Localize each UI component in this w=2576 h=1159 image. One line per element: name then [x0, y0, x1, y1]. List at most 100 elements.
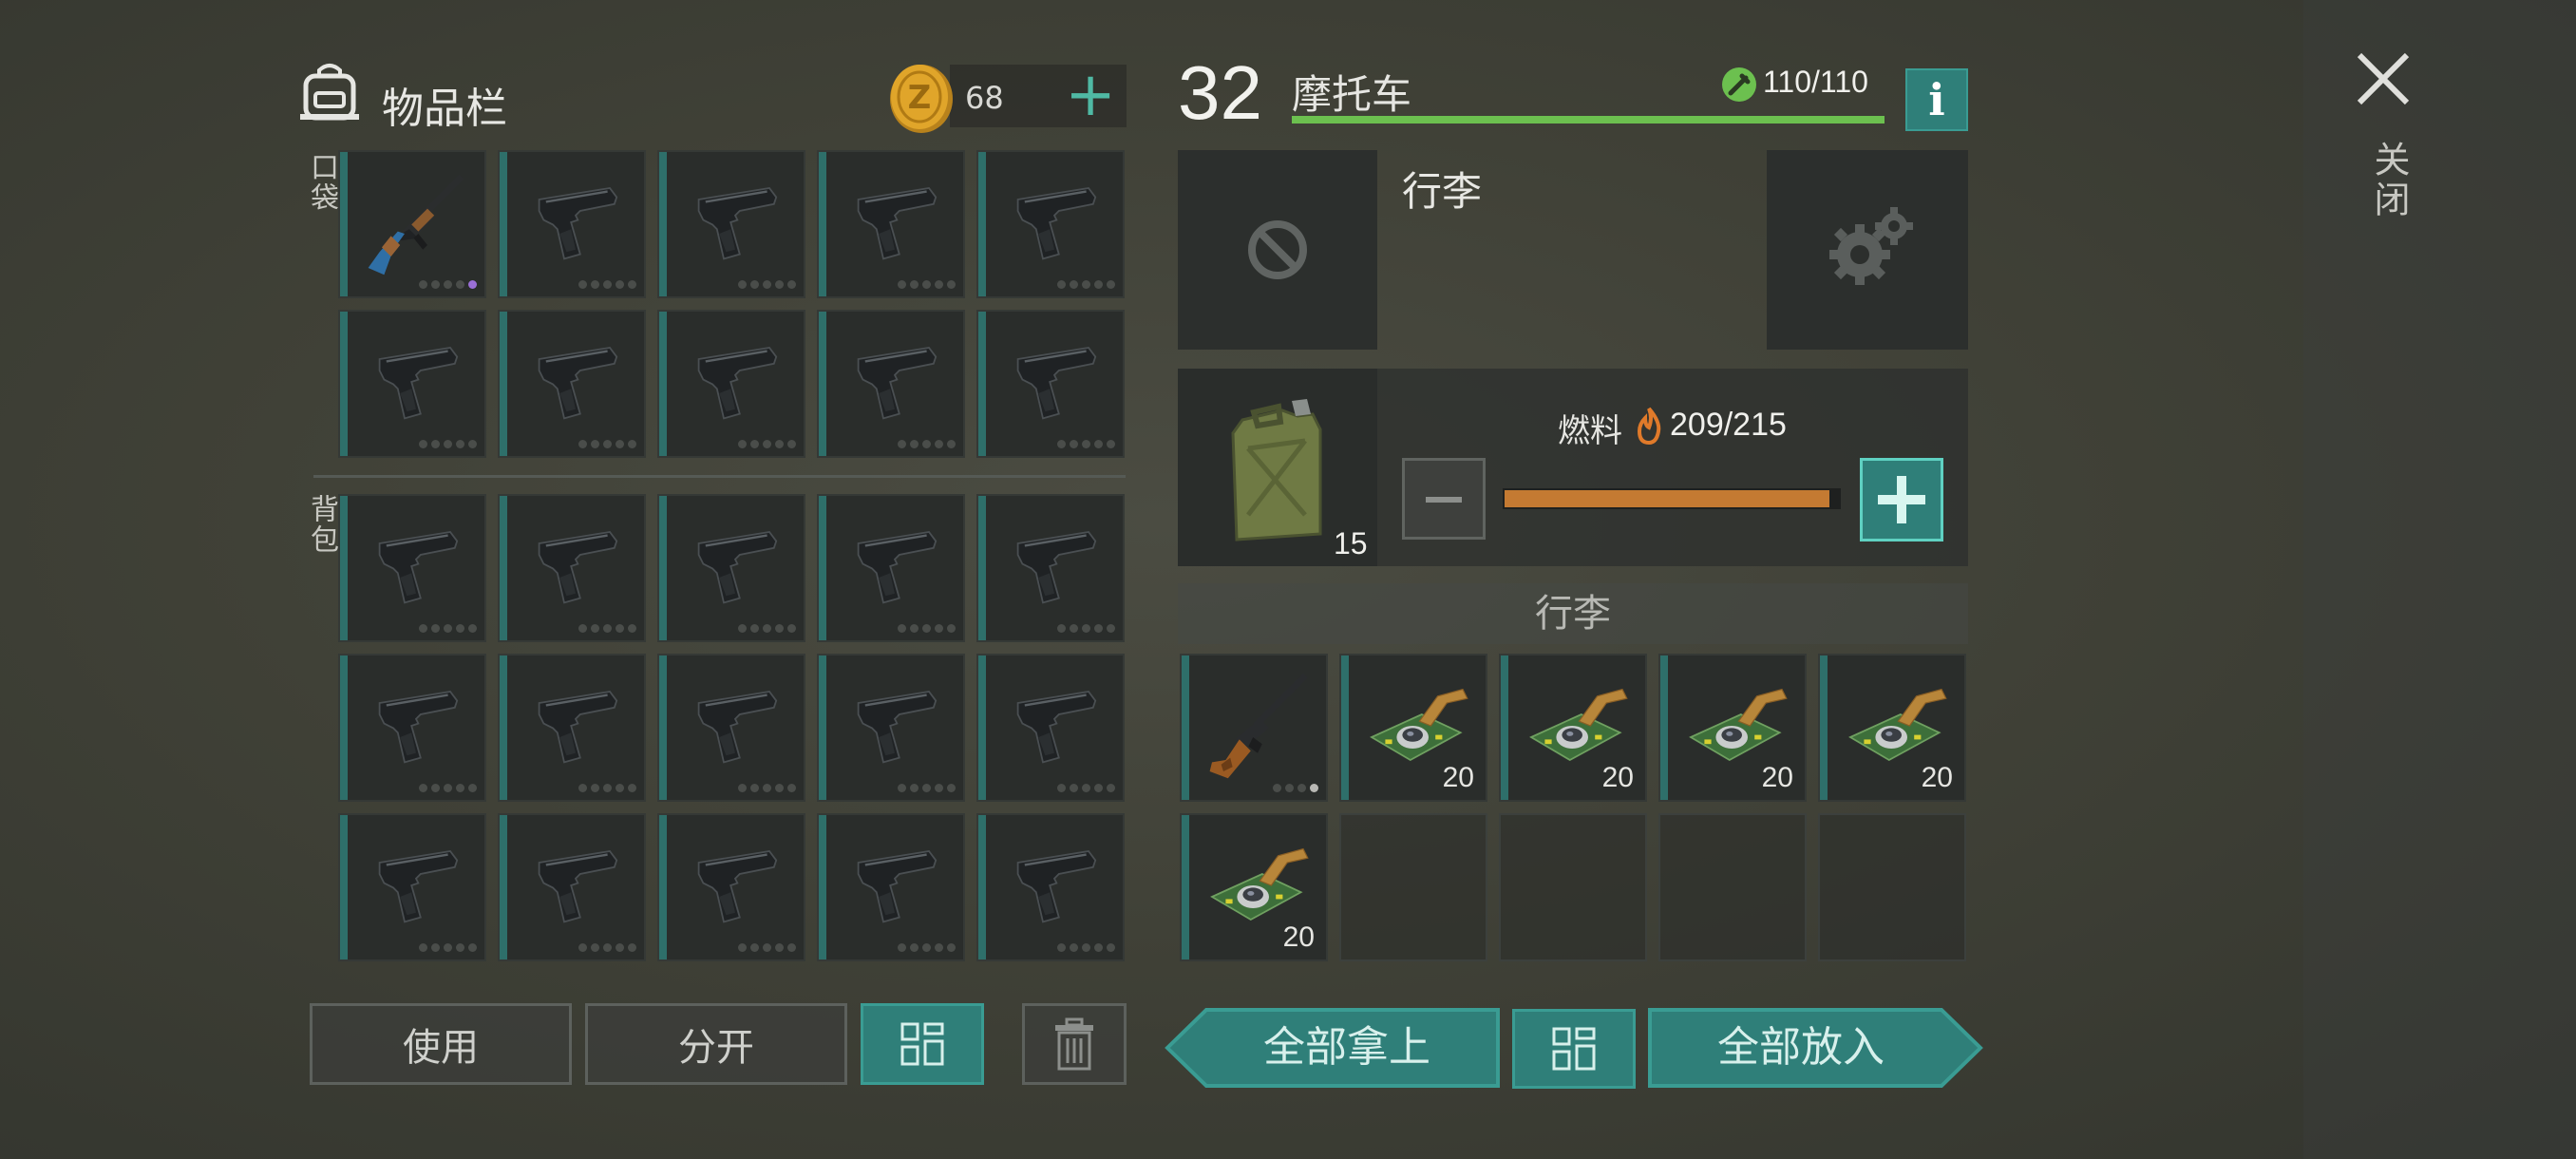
vehicle-module-slot[interactable] — [1178, 150, 1377, 350]
fuel-label: 燃料 — [1558, 412, 1622, 450]
quality-dots — [898, 943, 956, 952]
item-slot[interactable]: 20 — [1499, 654, 1647, 802]
close-icon — [2357, 52, 2410, 105]
plus-icon — [1878, 476, 1925, 523]
item-slot[interactable] — [657, 150, 805, 298]
pistol-icon — [359, 828, 473, 942]
put-all-button[interactable]: 全部放入 — [1647, 1007, 1983, 1089]
pistol-icon — [359, 669, 473, 783]
item-slot[interactable] — [817, 150, 965, 298]
item-slot[interactable] — [976, 494, 1125, 642]
use-button[interactable]: 使用 — [310, 1003, 572, 1085]
grid-sort-icon — [1552, 1027, 1596, 1071]
item-slot[interactable] — [498, 150, 646, 298]
item-count: 20 — [1761, 762, 1793, 793]
item-slot[interactable] — [657, 494, 805, 642]
empty-slot[interactable] — [1339, 813, 1487, 961]
item-slot[interactable] — [1180, 654, 1328, 802]
item-slot[interactable] — [498, 813, 646, 961]
item-count: 20 — [1282, 922, 1315, 953]
item-slot[interactable] — [498, 494, 646, 642]
fuel-item-count: 15 — [1334, 526, 1368, 560]
quality-dots — [898, 280, 956, 289]
item-slot[interactable] — [817, 310, 965, 458]
pistol-icon — [838, 669, 952, 783]
empty-slot[interactable] — [1818, 813, 1966, 961]
quality-dots — [578, 784, 636, 792]
quality-dots — [578, 440, 636, 448]
quality-dots — [738, 784, 796, 792]
fuel-decrease-button[interactable] — [1402, 458, 1486, 540]
close-label[interactable]: 关闭 — [2363, 141, 2415, 220]
close-button[interactable] — [2352, 48, 2415, 110]
fuel-value: 209/215 — [1670, 407, 1787, 443]
item-slot[interactable] — [976, 654, 1125, 802]
item-slot[interactable]: 20 — [1818, 654, 1966, 802]
quality-dots — [419, 624, 477, 633]
item-slot[interactable] — [976, 310, 1125, 458]
item-slot[interactable] — [817, 494, 965, 642]
item-slot[interactable]: 20 — [1339, 654, 1487, 802]
backpack-icon — [296, 59, 363, 125]
item-slot[interactable] — [338, 654, 486, 802]
quality-dots — [1057, 943, 1115, 952]
fuel-increase-button[interactable] — [1860, 458, 1943, 542]
item-slot[interactable] — [338, 813, 486, 961]
item-slot[interactable]: 20 — [1658, 654, 1807, 802]
quality-dots — [898, 440, 956, 448]
pistol-icon — [997, 325, 1111, 439]
item-slot[interactable] — [338, 310, 486, 458]
pistol-icon — [997, 509, 1111, 623]
take-all-label: 全部拿上 — [1263, 1023, 1430, 1072]
quality-dots — [738, 943, 796, 952]
pistol-icon — [997, 669, 1111, 783]
item-slot[interactable] — [657, 813, 805, 961]
info-button[interactable]: i — [1905, 68, 1968, 131]
item-slot[interactable] — [657, 310, 805, 458]
vehicle-level: 32 — [1178, 50, 1262, 135]
quality-dots — [898, 784, 956, 792]
pistol-icon — [838, 828, 952, 942]
item-slot[interactable] — [817, 813, 965, 961]
trash-button[interactable] — [1022, 1003, 1127, 1085]
quality-dots — [738, 280, 796, 289]
take-all-button[interactable]: 全部拿上 — [1165, 1007, 1501, 1089]
pistol-icon — [519, 509, 633, 623]
item-slot[interactable] — [817, 654, 965, 802]
sort-inventory-button[interactable] — [861, 1003, 984, 1085]
item-count: 20 — [1601, 762, 1634, 793]
empty-slot[interactable] — [1499, 813, 1647, 961]
item-slot[interactable] — [498, 654, 646, 802]
empty-slot[interactable] — [1658, 813, 1807, 961]
quality-dots — [1057, 784, 1115, 792]
pistol-icon — [997, 828, 1111, 942]
item-slot[interactable] — [338, 150, 486, 298]
item-slot[interactable] — [976, 150, 1125, 298]
pocket-label: 口袋 — [305, 152, 338, 213]
coin-count: 68 — [965, 80, 1004, 116]
vehicle-parts-slot[interactable] — [1767, 150, 1968, 350]
quality-dots — [419, 440, 477, 448]
split-button[interactable]: 分开 — [585, 1003, 847, 1085]
item-slot[interactable] — [657, 654, 805, 802]
backpack-label: 背包 — [305, 494, 338, 555]
grid-sort-icon — [900, 1022, 944, 1066]
item-slot[interactable] — [338, 494, 486, 642]
pistol-icon — [678, 669, 792, 783]
durability-value: 110/110 — [1763, 65, 1868, 99]
ak-rifle-icon — [359, 165, 473, 279]
vehicle-name: 摩托车 — [1292, 71, 1412, 118]
sort-luggage-button[interactable] — [1512, 1009, 1636, 1089]
coin-icon: Z — [887, 59, 956, 135]
item-slot[interactable] — [976, 813, 1125, 961]
pistol-icon — [997, 165, 1111, 279]
pistol-icon — [678, 165, 792, 279]
quality-dots — [1057, 440, 1115, 448]
trash-icon — [1055, 1017, 1093, 1071]
quality-dots — [578, 943, 636, 952]
pistol-icon — [838, 325, 952, 439]
item-slot[interactable]: 20 — [1180, 813, 1328, 961]
add-coins-button[interactable]: + — [1064, 65, 1117, 125]
item-slot[interactable] — [498, 310, 646, 458]
svg-text:Z: Z — [908, 79, 932, 117]
